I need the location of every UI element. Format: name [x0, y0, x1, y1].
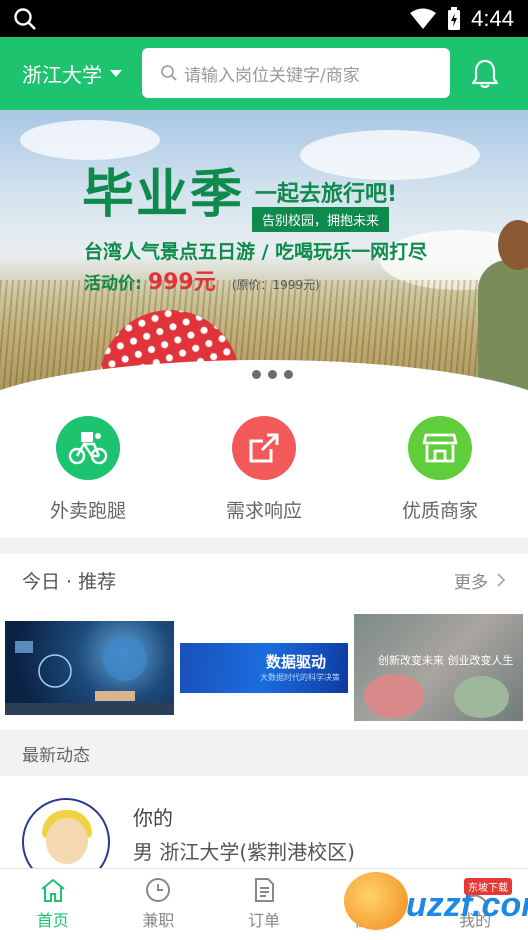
banner-subtitle: 一起去旅行吧!: [255, 182, 398, 207]
service-label: 外卖跑腿: [49, 500, 126, 522]
tab-label: 兼职: [142, 911, 175, 930]
carousel-dot[interactable]: [284, 370, 293, 379]
tab-parttime[interactable]: 兼职: [106, 869, 212, 940]
service-demand[interactable]: 需求响应: [176, 390, 352, 538]
clock-icon: [146, 878, 171, 902]
macaron-image: [364, 674, 424, 718]
search-input[interactable]: 请输入岗位关键字/商家: [142, 48, 450, 98]
macaron-image: [454, 676, 509, 718]
bell-icon[interactable]: [470, 58, 500, 90]
document-icon: [254, 878, 274, 902]
recommend-subcaption: 大数据时代的科学决策: [260, 673, 340, 682]
service-grid: 外卖跑腿 需求响应 优质商家: [0, 390, 528, 538]
recommend-header: 今日 · 推荐 更多: [0, 554, 528, 606]
clock-time: 4:44: [471, 5, 514, 31]
search-icon[interactable]: [12, 6, 38, 32]
store-icon: [408, 416, 472, 480]
more-link[interactable]: 更多: [454, 568, 506, 593]
banner-tagline: 告别校园，拥抱未来: [252, 207, 390, 232]
carousel-dots[interactable]: [236, 370, 293, 379]
promo-banner[interactable]: 毕业季 一起去旅行吧! 告别校园，拥抱未来 台湾人气景点五日游 / 吃喝玩乐一网…: [0, 110, 528, 400]
chevron-right-icon: [497, 573, 506, 587]
avatar-face: [46, 818, 88, 864]
price-value: 999元: [147, 270, 216, 295]
recommend-title: 今日 · 推荐: [22, 570, 117, 593]
news-item[interactable]: 你的 男 浙江大学(紫荆港校区): [0, 776, 528, 886]
carousel-dot[interactable]: [236, 370, 245, 379]
social-media-image: [5, 637, 174, 715]
banner-line: 台湾人气景点五日游 / 吃喝玩乐一网打尽: [84, 241, 428, 263]
tab-home[interactable]: 首页: [0, 869, 106, 940]
service-delivery[interactable]: 外卖跑腿: [0, 390, 176, 538]
bike-icon: [56, 416, 120, 480]
recommend-card[interactable]: 创新改变未来 创业改变人生: [354, 614, 523, 721]
banner-title: 毕业季: [82, 165, 245, 225]
status-bar: 4:44: [0, 0, 528, 37]
tab-orders[interactable]: 订单: [211, 869, 317, 940]
service-label: 优质商家: [401, 500, 478, 522]
original-price: (原价：1999元): [231, 278, 320, 292]
tab-label: 订单: [247, 911, 280, 930]
news-header: 最新动态: [0, 730, 528, 776]
search-icon: [161, 65, 177, 81]
caret-down-icon: [110, 70, 122, 77]
more-label: 更多: [454, 572, 488, 593]
carousel-dot[interactable]: [252, 370, 261, 379]
battery-icon: [448, 6, 461, 30]
watermark-tag: 东坡下载: [464, 878, 512, 895]
watermark-logo: uzzf.com 东坡下载: [344, 872, 528, 934]
price-label: 活动价:: [84, 274, 142, 294]
recommend-carousel: 数据驱动 大数据时代的科学决策 创新改变未来 创业改变人生: [0, 606, 528, 730]
external-link-icon: [232, 416, 296, 480]
recommend-caption: 创新改变未来 创业改变人生: [378, 654, 514, 667]
service-merchants[interactable]: 优质商家: [352, 390, 528, 538]
app-header: 浙江大学 请输入岗位关键字/商家: [0, 37, 528, 110]
cloud: [300, 130, 480, 180]
recommend-caption: 数据驱动: [266, 653, 327, 671]
carousel-dot[interactable]: [268, 370, 277, 379]
city-selector[interactable]: 浙江大学: [22, 37, 122, 110]
banner-price-row: 活动价: 999元 (原价：1999元): [84, 264, 320, 296]
tab-label: 首页: [36, 911, 69, 930]
home-icon: [41, 878, 65, 902]
search-placeholder: 请输入岗位关键字/商家: [184, 65, 360, 86]
news-user-name: 你的: [133, 806, 173, 830]
recommend-card[interactable]: 数据驱动 大数据时代的科学决策: [180, 643, 348, 693]
news-user-info: 男 浙江大学(紫荆港校区): [133, 840, 355, 864]
city-label: 浙江大学: [22, 63, 102, 87]
wifi-icon: [410, 8, 437, 29]
watermark-badge: [344, 872, 408, 930]
recommend-card[interactable]: [5, 621, 174, 715]
service-label: 需求响应: [225, 500, 302, 522]
